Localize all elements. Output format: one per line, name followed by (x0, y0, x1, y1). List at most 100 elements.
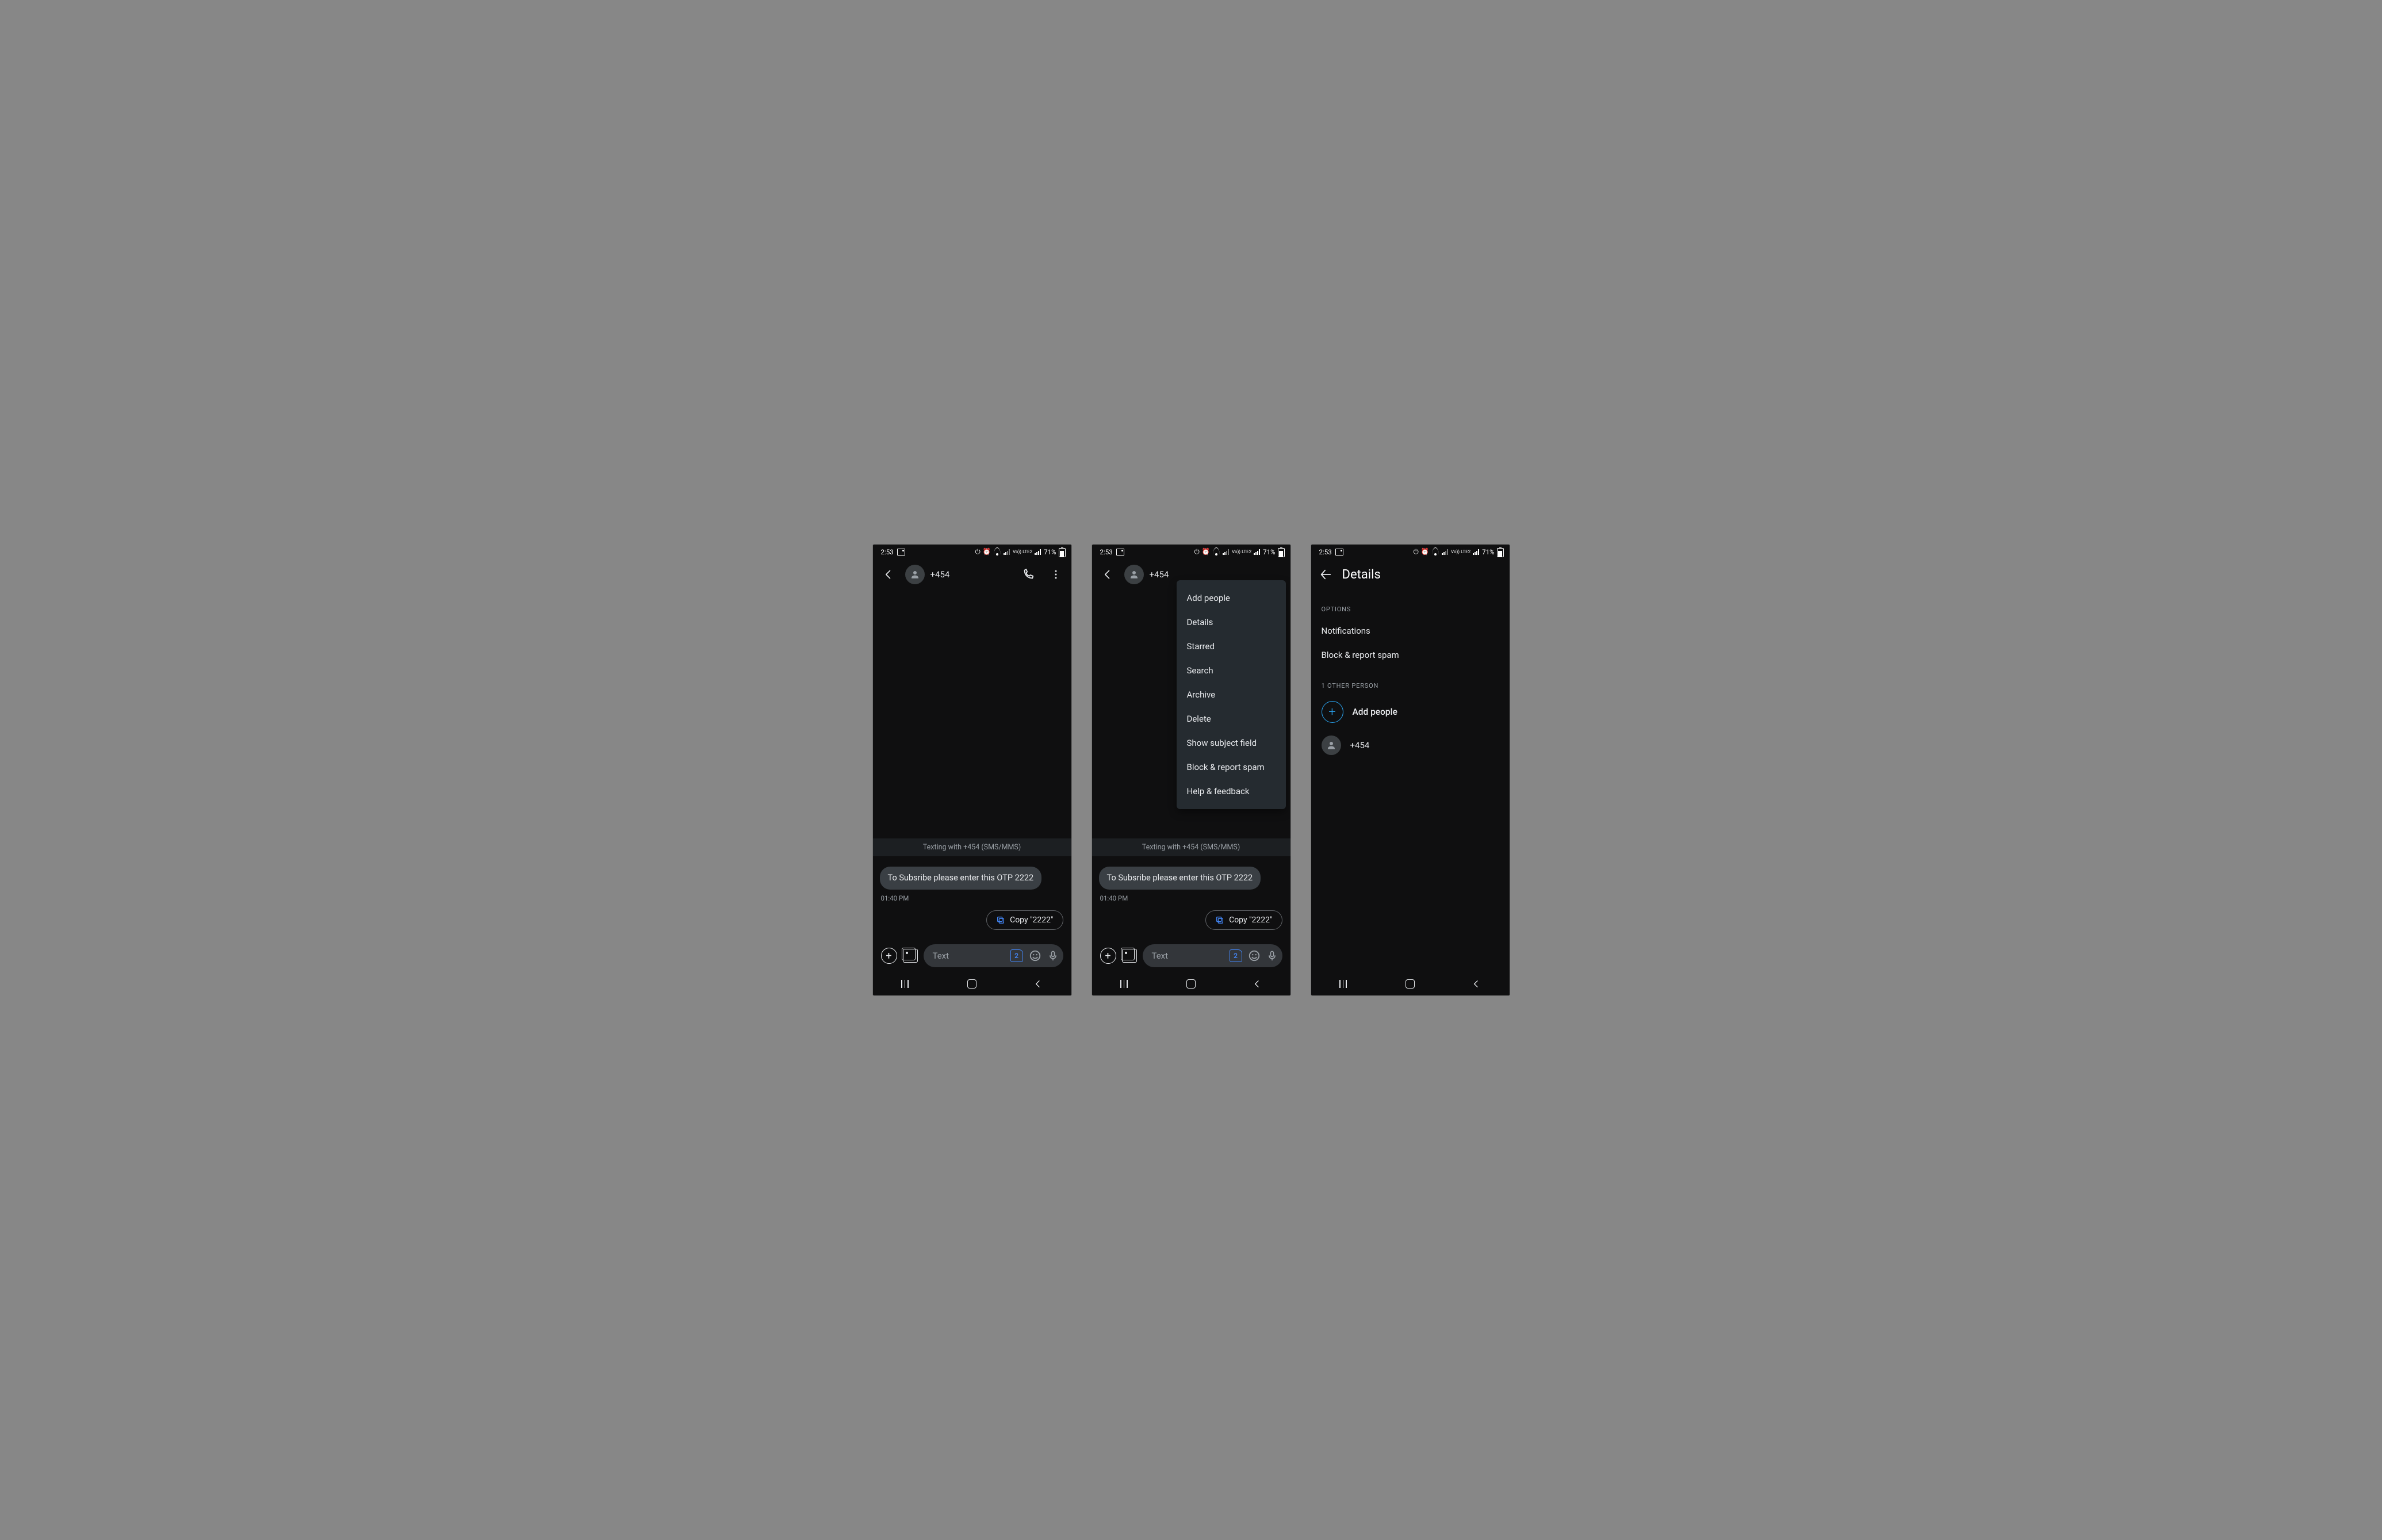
person-row[interactable]: +454 (1322, 729, 1499, 762)
power-save-icon: ⏻ (975, 549, 981, 556)
power-save-icon: ⏻ (1414, 549, 1419, 556)
nav-home-button[interactable] (1406, 979, 1415, 989)
status-time: 2:53 (1100, 548, 1113, 556)
battery-pct: 71% (1482, 548, 1494, 556)
person-avatar (1322, 735, 1341, 755)
back-button[interactable] (878, 564, 899, 585)
menu-show-subject[interactable]: Show subject field (1177, 731, 1286, 755)
copy-otp-chip[interactable]: Copy "2222" (986, 910, 1063, 930)
alarm-icon: ⏰ (1202, 549, 1210, 556)
volte-label: Vo)) LTE2 (1013, 550, 1032, 554)
screenshot-icon (1335, 549, 1343, 556)
menu-help-feedback[interactable]: Help & feedback (1177, 779, 1286, 803)
nav-back-button[interactable] (1472, 979, 1481, 989)
call-button[interactable] (1017, 564, 1039, 585)
signal-sim2-icon (1035, 549, 1041, 555)
mic-button[interactable] (1047, 950, 1059, 961)
overflow-menu: Add people Details Starred Search Archiv… (1177, 580, 1286, 809)
gallery-button[interactable] (903, 949, 918, 963)
battery-icon (1278, 548, 1285, 557)
conversation-area: Texting with +454 (SMS/MMS) To Subsribe … (873, 591, 1071, 939)
status-time: 2:53 (881, 548, 894, 556)
signal-sim2-icon (1473, 549, 1480, 555)
battery-icon (1059, 548, 1066, 557)
wifi-icon (1212, 549, 1220, 556)
sim-indicator[interactable]: 2 (1010, 949, 1023, 962)
nav-recents-button[interactable] (901, 980, 910, 988)
menu-details[interactable]: Details (1177, 610, 1286, 634)
contact-avatar[interactable] (1124, 565, 1144, 584)
phone-details: 2:53 ⏻ ⏰ Vo)) LTE2 71% Details OPTIONS (1311, 545, 1510, 995)
emoji-button[interactable] (1029, 949, 1041, 962)
nav-recents-button[interactable] (1120, 980, 1129, 988)
battery-pct: 71% (1044, 548, 1056, 556)
menu-delete[interactable]: Delete (1177, 707, 1286, 731)
signal-sim1-icon (1442, 549, 1449, 555)
wifi-icon (1431, 549, 1439, 556)
details-top-bar: Details (1311, 558, 1510, 591)
battery-pct: 71% (1263, 548, 1275, 556)
message-bubble[interactable]: To Subsribe please enter this OTP 2222 (880, 867, 1042, 890)
status-bar: 2:53 ⏻ ⏰ Vo)) LTE2 71% (873, 545, 1071, 558)
battery-icon (1497, 548, 1504, 557)
nav-home-button[interactable] (967, 979, 976, 989)
message-input[interactable]: Text 2 (924, 944, 1063, 967)
add-people-icon: + (1322, 701, 1343, 723)
back-button[interactable] (1319, 568, 1332, 581)
menu-search[interactable]: Search (1177, 658, 1286, 683)
menu-archive[interactable]: Archive (1177, 683, 1286, 707)
option-block-spam[interactable]: Block & report spam (1322, 643, 1499, 667)
status-bar: 2:53 ⏻ ⏰ Vo)) LTE2 71% (1311, 545, 1510, 558)
message-placeholder: Text (933, 951, 1005, 961)
signal-sim1-icon (1223, 549, 1230, 555)
power-save-icon: ⏻ (1194, 549, 1200, 556)
sms-info-strip: Texting with +454 (SMS/MMS) (873, 838, 1071, 856)
people-header: 1 OTHER PERSON (1322, 682, 1499, 689)
contact-avatar[interactable] (905, 565, 925, 584)
copy-otp-label: Copy "2222" (1010, 915, 1053, 925)
options-header: OPTIONS (1322, 606, 1499, 613)
sim-indicator[interactable]: 2 (1230, 949, 1242, 962)
contact-name[interactable]: +454 (1150, 569, 1169, 580)
signal-sim2-icon (1254, 549, 1261, 555)
copy-otp-chip[interactable]: Copy "2222" (1205, 910, 1282, 930)
chat-top-bar: +454 (873, 558, 1071, 591)
menu-block-spam[interactable]: Block & report spam (1177, 755, 1286, 779)
alarm-icon: ⏰ (1421, 549, 1429, 556)
add-attachment-button[interactable]: + (881, 948, 897, 964)
emoji-button[interactable] (1248, 949, 1261, 962)
phone-chat: 2:53 ⏻ ⏰ Vo)) LTE2 71% +454 (873, 545, 1071, 995)
menu-starred[interactable]: Starred (1177, 634, 1286, 658)
contact-name[interactable]: +454 (930, 569, 950, 580)
add-people-label: Add people (1353, 707, 1397, 717)
overflow-menu-button[interactable] (1045, 564, 1067, 585)
message-time: 01:40 PM (881, 894, 909, 902)
android-nav-bar (873, 972, 1071, 995)
android-nav-bar (1092, 972, 1290, 995)
person-label: +454 (1350, 740, 1370, 750)
nav-back-button[interactable] (1033, 979, 1043, 989)
nav-recents-button[interactable] (1339, 980, 1349, 988)
wifi-icon (993, 549, 1001, 556)
gallery-button[interactable] (1122, 949, 1137, 963)
option-notifications[interactable]: Notifications (1322, 619, 1499, 643)
menu-add-people[interactable]: Add people (1177, 586, 1286, 610)
status-bar: 2:53 ⏻ ⏰ Vo)) LTE2 71% (1092, 545, 1290, 558)
volte-label: Vo)) LTE2 (1232, 550, 1251, 554)
nav-home-button[interactable] (1186, 979, 1196, 989)
screenshot-icon (897, 549, 905, 556)
back-button[interactable] (1097, 564, 1119, 585)
volte-label: Vo)) LTE2 (1451, 550, 1470, 554)
copy-otp-label: Copy "2222" (1229, 915, 1272, 925)
add-people-row[interactable]: + Add people (1322, 695, 1499, 729)
android-nav-bar (1311, 972, 1510, 995)
signal-sim1-icon (1004, 549, 1010, 555)
mic-button[interactable] (1266, 950, 1278, 961)
screenshot-icon (1116, 549, 1124, 556)
message-bubble[interactable]: To Subsribe please enter this OTP 2222 (1099, 867, 1261, 890)
composer: + Text 2 (873, 939, 1071, 972)
nav-back-button[interactable] (1253, 979, 1262, 989)
message-input[interactable]: Text 2 (1143, 944, 1282, 967)
add-attachment-button[interactable]: + (1100, 948, 1116, 964)
status-time: 2:53 (1319, 548, 1332, 556)
